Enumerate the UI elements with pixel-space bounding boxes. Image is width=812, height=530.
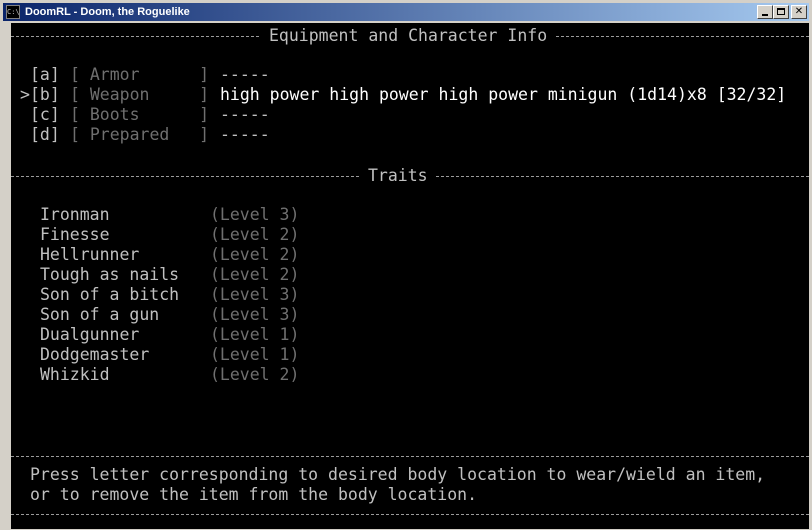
slot-label: [ Boots ] xyxy=(70,105,210,124)
slot-label: [ Prepared ] xyxy=(70,125,210,144)
slot-item: high power high power high power minigun… xyxy=(220,85,787,104)
title-bar[interactable]: C:\ DoomRL - Doom, the Roguelike ✕ xyxy=(3,3,809,21)
slot-key: [a] xyxy=(30,65,60,84)
trait-name: Hellrunner xyxy=(40,245,140,264)
trait-name: Finesse xyxy=(40,225,110,244)
help-text-line-1: Press letter corresponding to desired bo… xyxy=(30,465,766,484)
slot-key: [b] xyxy=(30,85,60,104)
trait-level: (Level 3) xyxy=(210,205,300,224)
help-text-line-2: or to remove the item from the body loca… xyxy=(30,485,478,504)
app-window: C:\ DoomRL - Doom, the Roguelike ✕ Equip… xyxy=(0,0,812,530)
separator-line xyxy=(11,456,809,457)
trait-name: Dualgunner xyxy=(40,325,140,344)
console-screen: Equipment and Character Info [a] [ Armor … xyxy=(11,23,809,529)
trait-level: (Level 1) xyxy=(210,325,300,344)
trait-level: (Level 3) xyxy=(210,285,300,304)
trait-row: Dualgunner (Level 1) xyxy=(11,325,809,345)
trait-name: Ironman xyxy=(40,205,110,224)
trait-row: Ironman (Level 3) xyxy=(11,205,809,225)
trait-row: Son of a gun (Level 3) xyxy=(11,305,809,325)
slot-item: ----- xyxy=(220,65,270,84)
maximize-button[interactable] xyxy=(773,5,789,19)
close-icon: ✕ xyxy=(794,6,804,17)
minimize-icon xyxy=(762,14,768,16)
trait-row: Hellrunner (Level 2) xyxy=(11,245,809,265)
console-app-icon[interactable]: C:\ xyxy=(6,5,20,19)
trait-level: (Level 3) xyxy=(210,305,300,324)
trait-name: Whizkid xyxy=(40,365,110,384)
slot-key: [d] xyxy=(30,125,60,144)
minimize-button[interactable] xyxy=(757,5,773,19)
trait-level: (Level 2) xyxy=(210,265,300,284)
equipment-slot[interactable]: [d] [ Prepared ] ----- xyxy=(11,125,809,145)
trait-row: Finesse (Level 2) xyxy=(11,225,809,245)
equipment-slot[interactable]: > [b] [ Weapon ] high power high power high… xyxy=(11,85,809,105)
trait-name: Tough as nails xyxy=(40,265,180,284)
maximize-icon xyxy=(777,8,785,15)
trait-row: Dodgemaster (Level 1) xyxy=(11,345,809,365)
selection-cursor: > xyxy=(20,85,30,104)
window-title: DoomRL - Doom, the Roguelike xyxy=(25,6,190,18)
trait-level: (Level 2) xyxy=(210,225,300,244)
trait-row: Whizkid (Level 2) xyxy=(11,365,809,385)
trait-name: Son of a bitch xyxy=(40,285,180,304)
close-button[interactable]: ✕ xyxy=(791,5,807,19)
separator-line xyxy=(11,514,809,515)
slot-item: ----- xyxy=(220,105,270,124)
trait-row: Tough as nails (Level 2) xyxy=(11,265,809,285)
slot-label: [ Armor ] xyxy=(70,65,210,84)
traits-heading: Traits xyxy=(360,166,436,186)
slot-item: ----- xyxy=(220,125,270,144)
equipment-heading: Equipment and Character Info xyxy=(261,26,556,46)
trait-level: (Level 1) xyxy=(210,345,300,364)
equipment-slot[interactable]: [a] [ Armor ] ----- xyxy=(11,65,809,85)
slot-label: [ Weapon ] xyxy=(70,85,210,104)
slot-key: [c] xyxy=(30,105,60,124)
trait-row: Son of a bitch (Level 3) xyxy=(11,285,809,305)
equipment-slot[interactable]: [c] [ Boots ] ----- xyxy=(11,105,809,125)
trait-name: Dodgemaster xyxy=(40,345,150,364)
trait-level: (Level 2) xyxy=(210,245,300,264)
trait-level: (Level 2) xyxy=(210,365,300,384)
trait-name: Son of a gun xyxy=(40,305,160,324)
